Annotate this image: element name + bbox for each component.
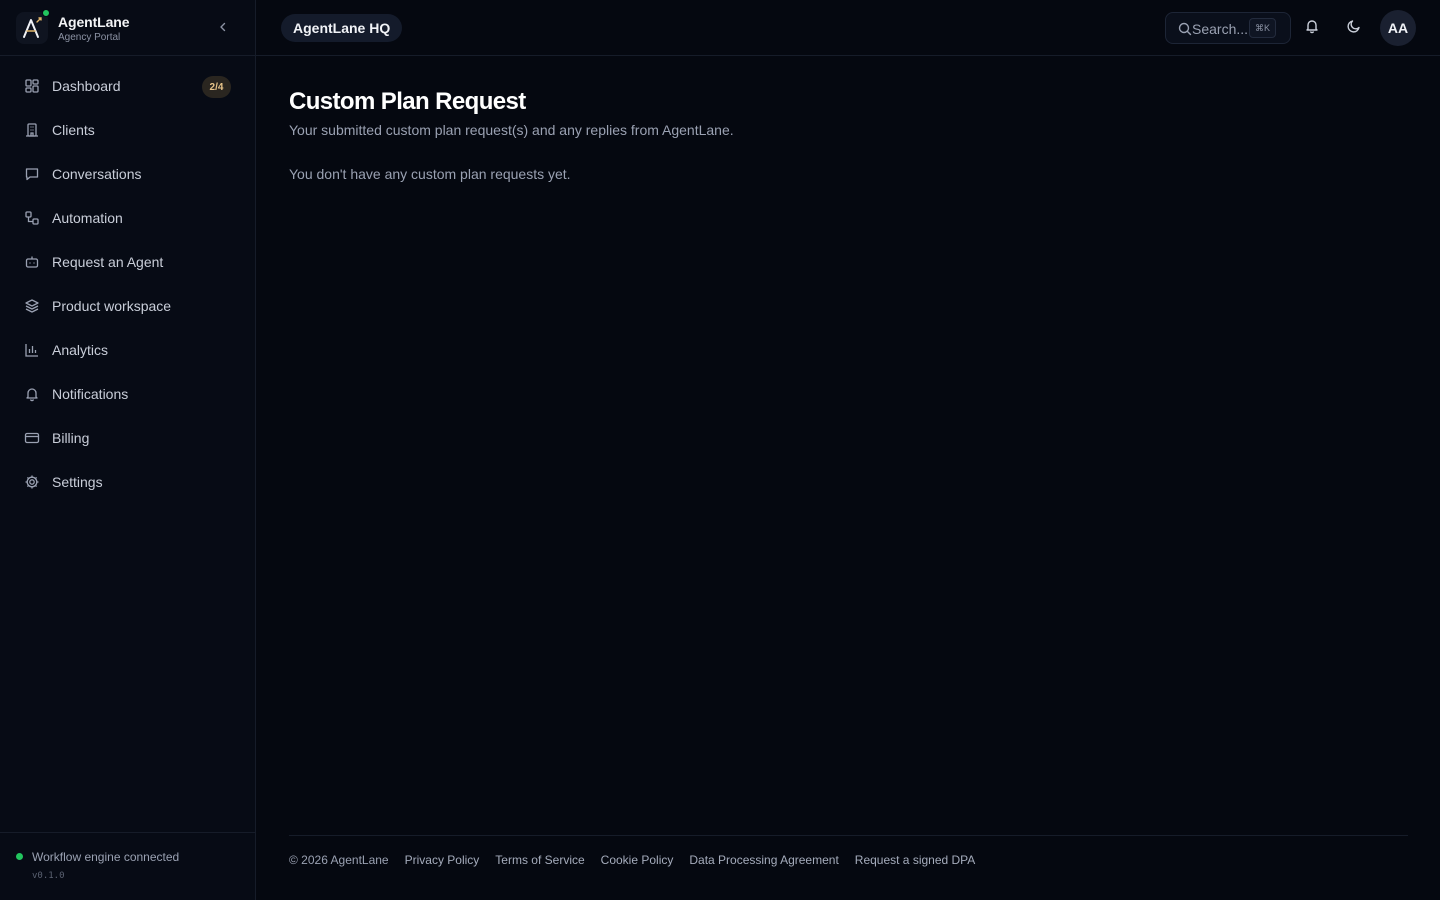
sidebar-item-label: Settings — [52, 474, 103, 490]
app-version: v0.1.0 — [32, 871, 65, 881]
terms-of-service-link[interactable]: Terms of Service — [495, 853, 584, 867]
app-root: AgentLane Agency Portal Dashboard 2/4 Cl… — [0, 0, 1440, 900]
sidebar-item-request-agent[interactable]: Request an Agent — [12, 242, 244, 282]
bot-icon — [24, 254, 40, 270]
footer-links: © 2026 AgentLane Privacy Policy Terms of… — [289, 853, 975, 867]
bell-icon — [1304, 18, 1320, 39]
sidebar-item-label: Dashboard — [52, 78, 121, 94]
sidebar-status: Workflow engine connected v0.1.0 — [0, 832, 255, 900]
brand-header: AgentLane Agency Portal — [0, 0, 255, 56]
sidebar-item-clients[interactable]: Clients — [12, 110, 244, 150]
search-shortcut: ⌘K — [1249, 18, 1277, 38]
dpa-link[interactable]: Data Processing Agreement — [689, 853, 838, 867]
bell-icon — [24, 386, 40, 402]
sidebar-item-automation[interactable]: Automation — [12, 198, 244, 238]
layers-icon — [24, 298, 40, 314]
online-indicator — [42, 9, 50, 17]
notifications-button[interactable] — [1298, 14, 1326, 42]
agentlane-logo[interactable] — [16, 12, 48, 44]
grid-icon — [24, 78, 40, 94]
page-footer: © 2026 AgentLane Privacy Policy Terms of… — [289, 835, 1408, 885]
chat-icon — [24, 166, 40, 182]
user-avatar[interactable]: AA — [1380, 10, 1416, 46]
sidebar-item-settings[interactable]: Settings — [12, 462, 244, 502]
sidebar-item-label: Request an Agent — [52, 254, 164, 270]
dashboard-progress-badge: 2/4 — [202, 76, 231, 98]
page-subtitle: Your submitted custom plan request(s) an… — [289, 122, 734, 138]
collapse-sidebar-button[interactable] — [212, 18, 234, 40]
sidebar-item-billing[interactable]: Billing — [12, 418, 244, 458]
sidebar-item-label: Product workspace — [52, 298, 172, 314]
sidebar-item-notifications[interactable]: Notifications — [12, 374, 244, 414]
building-icon — [24, 122, 40, 138]
privacy-policy-link[interactable]: Privacy Policy — [405, 853, 480, 867]
page-title: Custom Plan Request — [289, 88, 526, 115]
gear-icon — [24, 474, 40, 490]
sidebar-item-product-workspace[interactable]: Product workspace — [12, 286, 244, 326]
sidebar-item-dashboard[interactable]: Dashboard 2/4 — [12, 66, 244, 106]
moon-icon — [1346, 18, 1362, 39]
status-indicator — [16, 853, 23, 860]
sidebar-item-conversations[interactable]: Conversations — [12, 154, 244, 194]
sidebar-item-label: Billing — [52, 430, 90, 446]
search-icon — [1177, 21, 1193, 37]
sidebar-item-label: Clients — [52, 122, 95, 138]
cookie-policy-link[interactable]: Cookie Policy — [601, 853, 674, 867]
topbar: AgentLane HQ Search... ⌘K AA — [256, 0, 1440, 56]
sidebar-item-label: Analytics — [52, 342, 109, 358]
sidebar-item-label: Conversations — [52, 166, 142, 182]
request-signed-dpa-link[interactable]: Request a signed DPA — [855, 853, 976, 867]
theme-toggle-button[interactable] — [1340, 14, 1368, 42]
credit-card-icon — [24, 430, 40, 446]
workspace-switcher[interactable]: AgentLane HQ — [281, 14, 403, 42]
brand-name: AgentLane — [58, 14, 130, 30]
sidebar-item-analytics[interactable]: Analytics — [12, 330, 244, 370]
copyright: © 2026 AgentLane — [289, 853, 389, 867]
search-placeholder: Search... — [1192, 21, 1249, 37]
sidebar: AgentLane Agency Portal Dashboard 2/4 Cl… — [0, 0, 256, 900]
sidebar-nav: Dashboard 2/4 Clients Conversations Auto… — [12, 66, 244, 506]
chevron-left-icon — [217, 20, 229, 38]
brand-subtitle: Agency Portal — [58, 32, 121, 43]
bar-chart-icon — [24, 342, 40, 358]
sidebar-item-label: Notifications — [52, 386, 129, 402]
search-input[interactable]: Search... ⌘K — [1165, 12, 1291, 44]
sidebar-item-label: Automation — [52, 210, 123, 226]
workflow-icon — [24, 210, 40, 226]
workflow-status-text: Workflow engine connected — [32, 850, 180, 864]
empty-state-message: You don't have any custom plan requests … — [289, 166, 571, 182]
